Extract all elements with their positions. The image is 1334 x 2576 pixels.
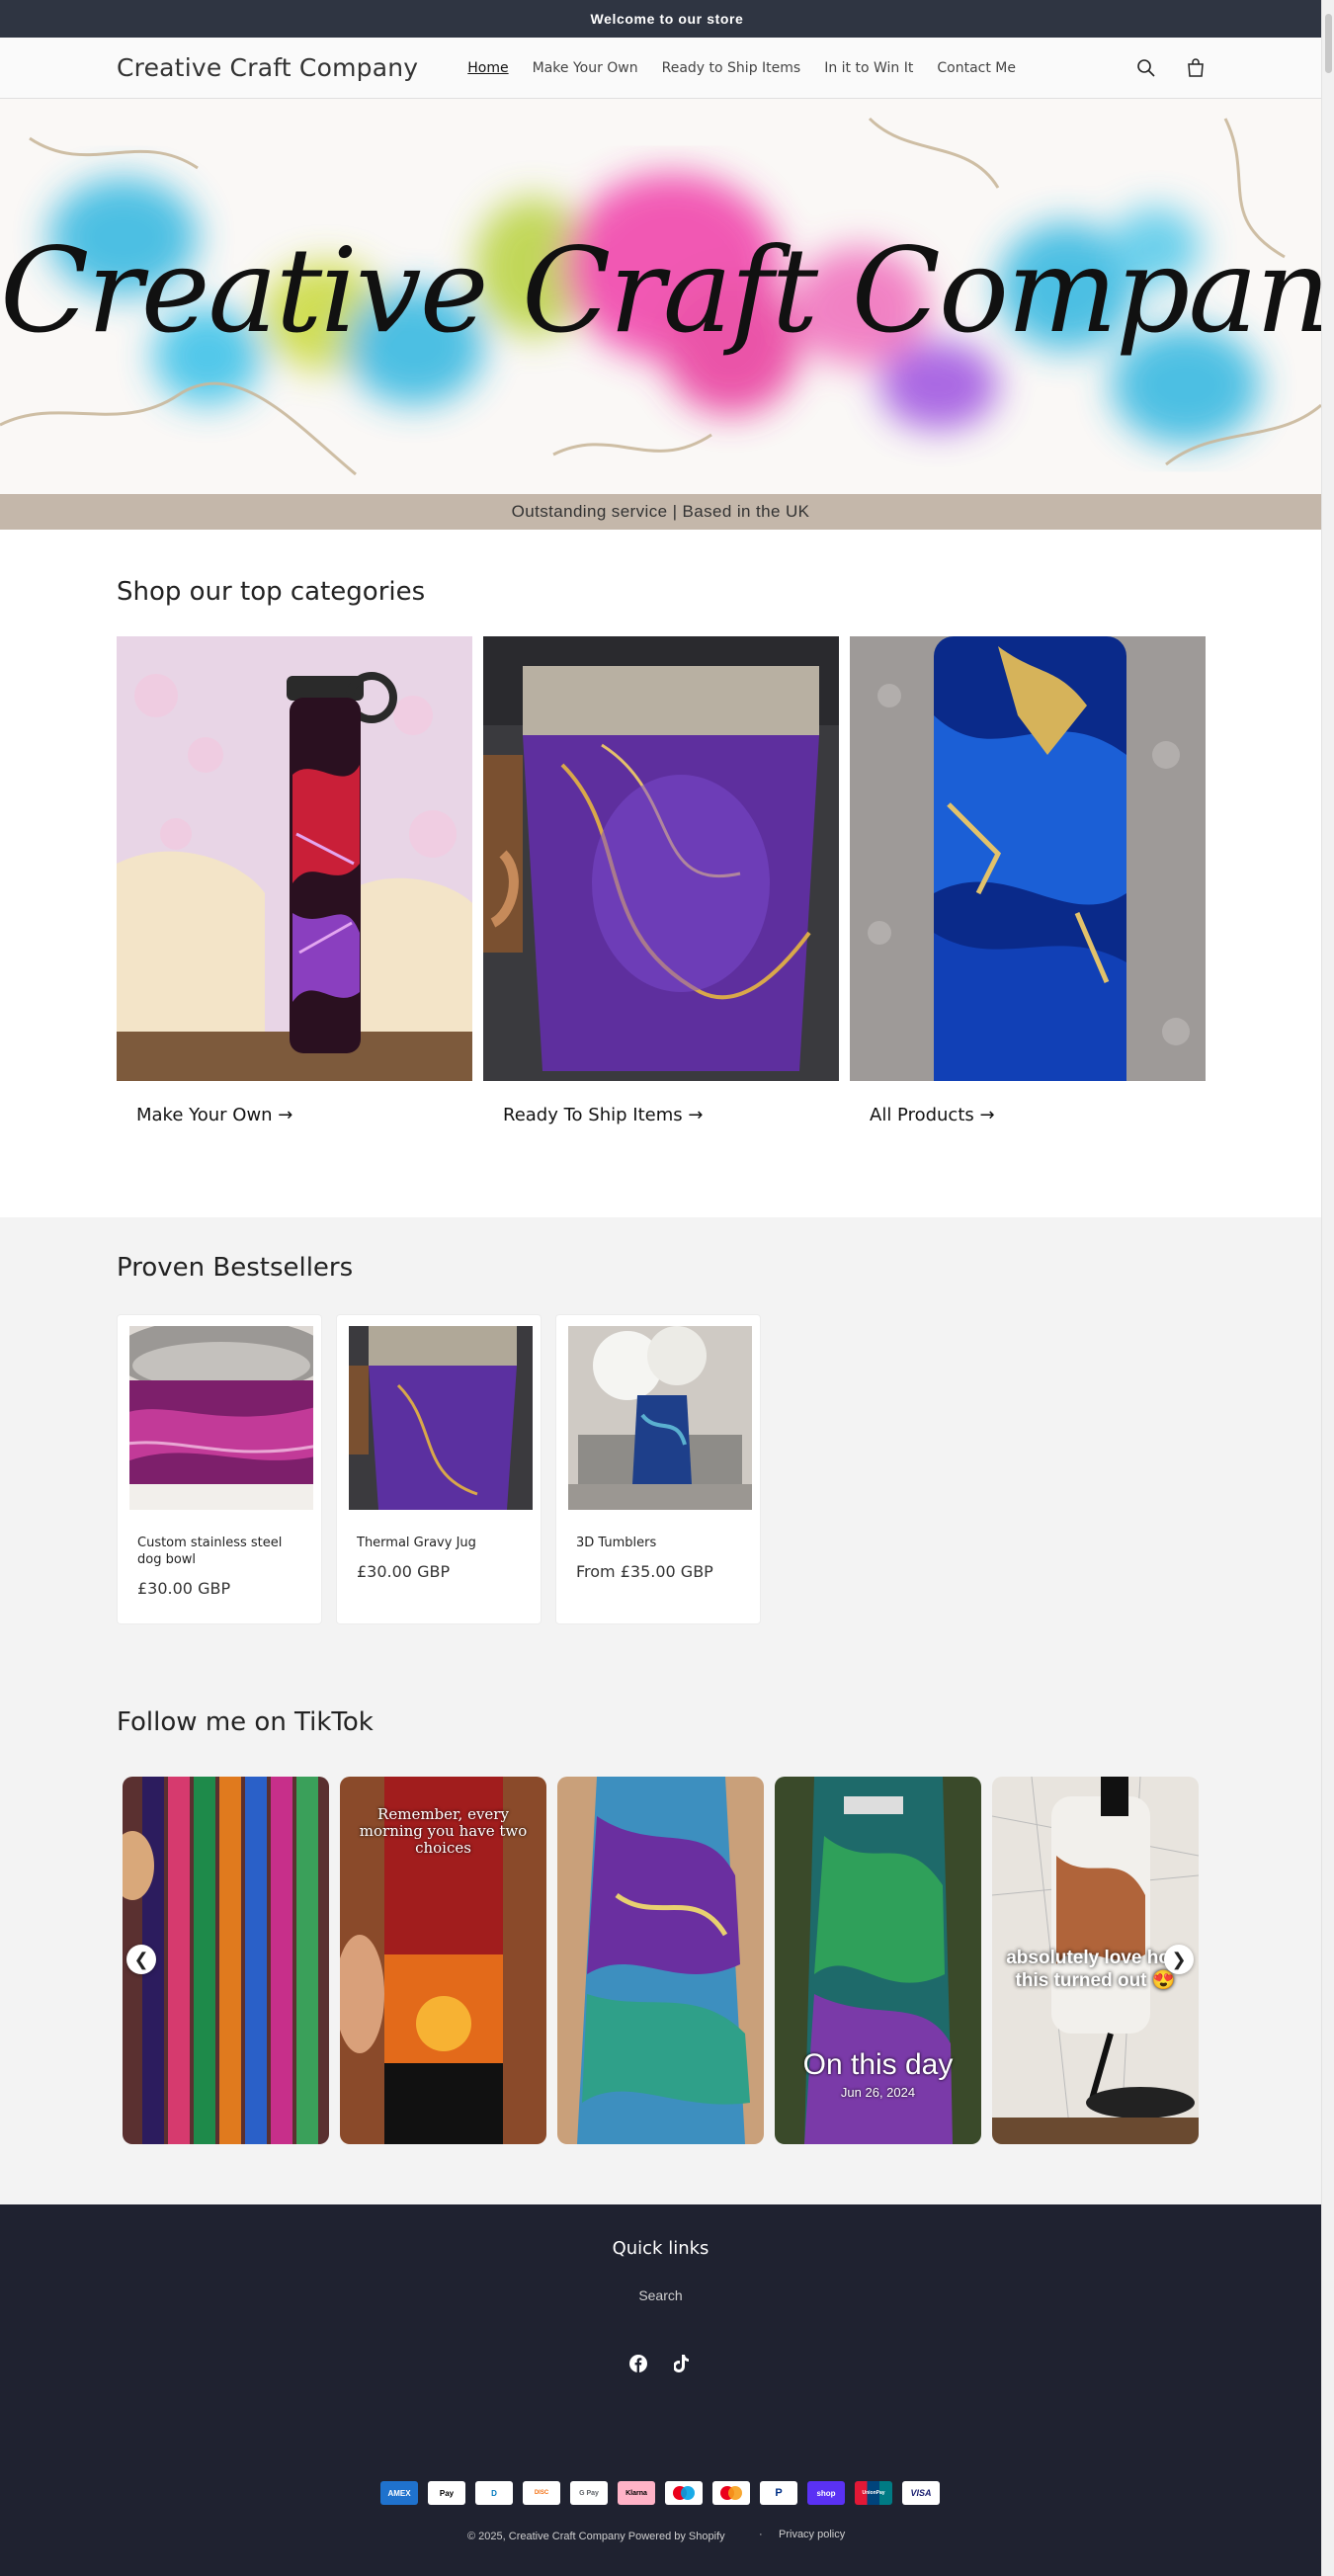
product-image-3d-tumblers[interactable] [568,1326,752,1510]
cart-icon[interactable] [1184,56,1208,80]
shop-pay-icon: shop [807,2481,845,2505]
service-strip: Outstanding service | Based in the UK [0,494,1321,530]
search-icon[interactable] [1134,56,1158,80]
tiktok-title: Follow me on TikTok [117,1707,374,1737]
bestsellers-title: Proven Bestsellers [117,1253,354,1283]
category-link-make-your-own[interactable]: Make Your Own → [136,1105,292,1125]
product-price: £30.00 GBP [137,1579,231,1598]
product-name[interactable]: Thermal Gravy Jug [357,1535,525,1551]
facebook-icon[interactable] [627,2353,649,2374]
amex-icon: AMEX [380,2481,418,2505]
product-card[interactable]: 3D Tumblers From £35.00 GBP [555,1314,761,1624]
bottle-image [117,636,472,1081]
tiktok-video[interactable]: Remember, every morning you have two cho… [340,1777,546,2144]
footer-search-link[interactable]: Search [0,2287,1321,2303]
product-price: From £35.00 GBP [576,1562,713,1581]
tiktok-video[interactable]: On this day Jun 26, 2024 [775,1777,981,2144]
klarna-icon: Klarna [618,2481,655,2505]
product-name[interactable]: Custom stainless steel dog bowl [137,1535,305,1568]
nav-make-your-own[interactable]: Make Your Own [521,60,650,76]
main-nav: Home Make Your Own Ready to Ship Items I… [456,60,1028,76]
category-card-all-products[interactable] [850,636,1206,1081]
google-pay-icon: G Pay [570,2481,608,2505]
product-card[interactable]: Thermal Gravy Jug £30.00 GBP [336,1314,542,1624]
product-image-gravy-jug[interactable] [349,1326,533,1510]
privacy-policy-link[interactable]: Privacy policy [779,2529,845,2540]
jug-image [483,636,839,1081]
scrollbar-thumb[interactable] [1325,14,1332,73]
footer-separator: · [759,2529,763,2540]
hero-banner: Creative Craft Company [0,99,1321,494]
mastercard-icon [712,2481,750,2505]
carousel-prev-icon[interactable]: ❮ [126,1945,156,1974]
tiktok-overlay-date: Jun 26, 2024 [840,2085,916,2100]
nav-contact-me[interactable]: Contact Me [925,60,1028,76]
carousel-next-icon[interactable]: ❯ [1164,1945,1194,1974]
announcement-text: Welcome to our store [590,11,744,27]
nav-home[interactable]: Home [456,60,520,76]
categories-title: Shop our top categories [117,577,426,607]
visa-icon: VISA [902,2481,940,2505]
tiktok-overlay-text: Remember, every morning you have two cho… [359,1805,528,1857]
site-footer: Quick links Search AMEX Pay D DISC G Pay… [0,2204,1321,2576]
discover-icon: DISC [523,2481,560,2505]
category-card-ready-to-ship[interactable] [483,636,839,1081]
product-name[interactable]: 3D Tumblers [576,1535,744,1551]
service-strip-text: Outstanding service | Based in the UK [511,502,810,521]
announcement-bar: Welcome to our store [0,0,1334,38]
product-price: £30.00 GBP [357,1562,451,1581]
category-link-ready-to-ship[interactable]: Ready To Ship Items → [503,1105,703,1125]
diners-club-icon: D [475,2481,513,2505]
category-card-make-your-own[interactable] [117,636,472,1081]
apple-pay-icon: Pay [428,2481,465,2505]
tiktok-video[interactable] [557,1777,764,2144]
page-scrollbar[interactable] [1321,0,1334,2576]
site-header: Creative Craft Company Home Make Your Ow… [0,38,1334,99]
tiktok-overlay-title: On this day [802,2048,954,2081]
tiktok-icon[interactable] [671,2353,693,2374]
brand-name[interactable]: Creative Craft Company [117,53,418,82]
quick-links-title: Quick links [612,2238,709,2259]
unionpay-icon: UnionPay [855,2481,892,2505]
paypal-icon: P [760,2481,797,2505]
maestro-icon [665,2481,703,2505]
nav-ready-to-ship[interactable]: Ready to Ship Items [650,60,813,76]
product-image-dog-bowl[interactable] [129,1326,313,1510]
product-card[interactable]: Custom stainless steel dog bowl £30.00 G… [117,1314,322,1624]
copyright-text: © 2025, Creative Craft Company Powered b… [467,2531,725,2542]
hero-script-title: Creative Craft Company [0,222,1321,359]
category-link-all-products[interactable]: All Products → [870,1105,995,1125]
tumbler-image [850,636,1206,1081]
nav-in-it-to-win-it[interactable]: In it to Win It [812,60,925,76]
